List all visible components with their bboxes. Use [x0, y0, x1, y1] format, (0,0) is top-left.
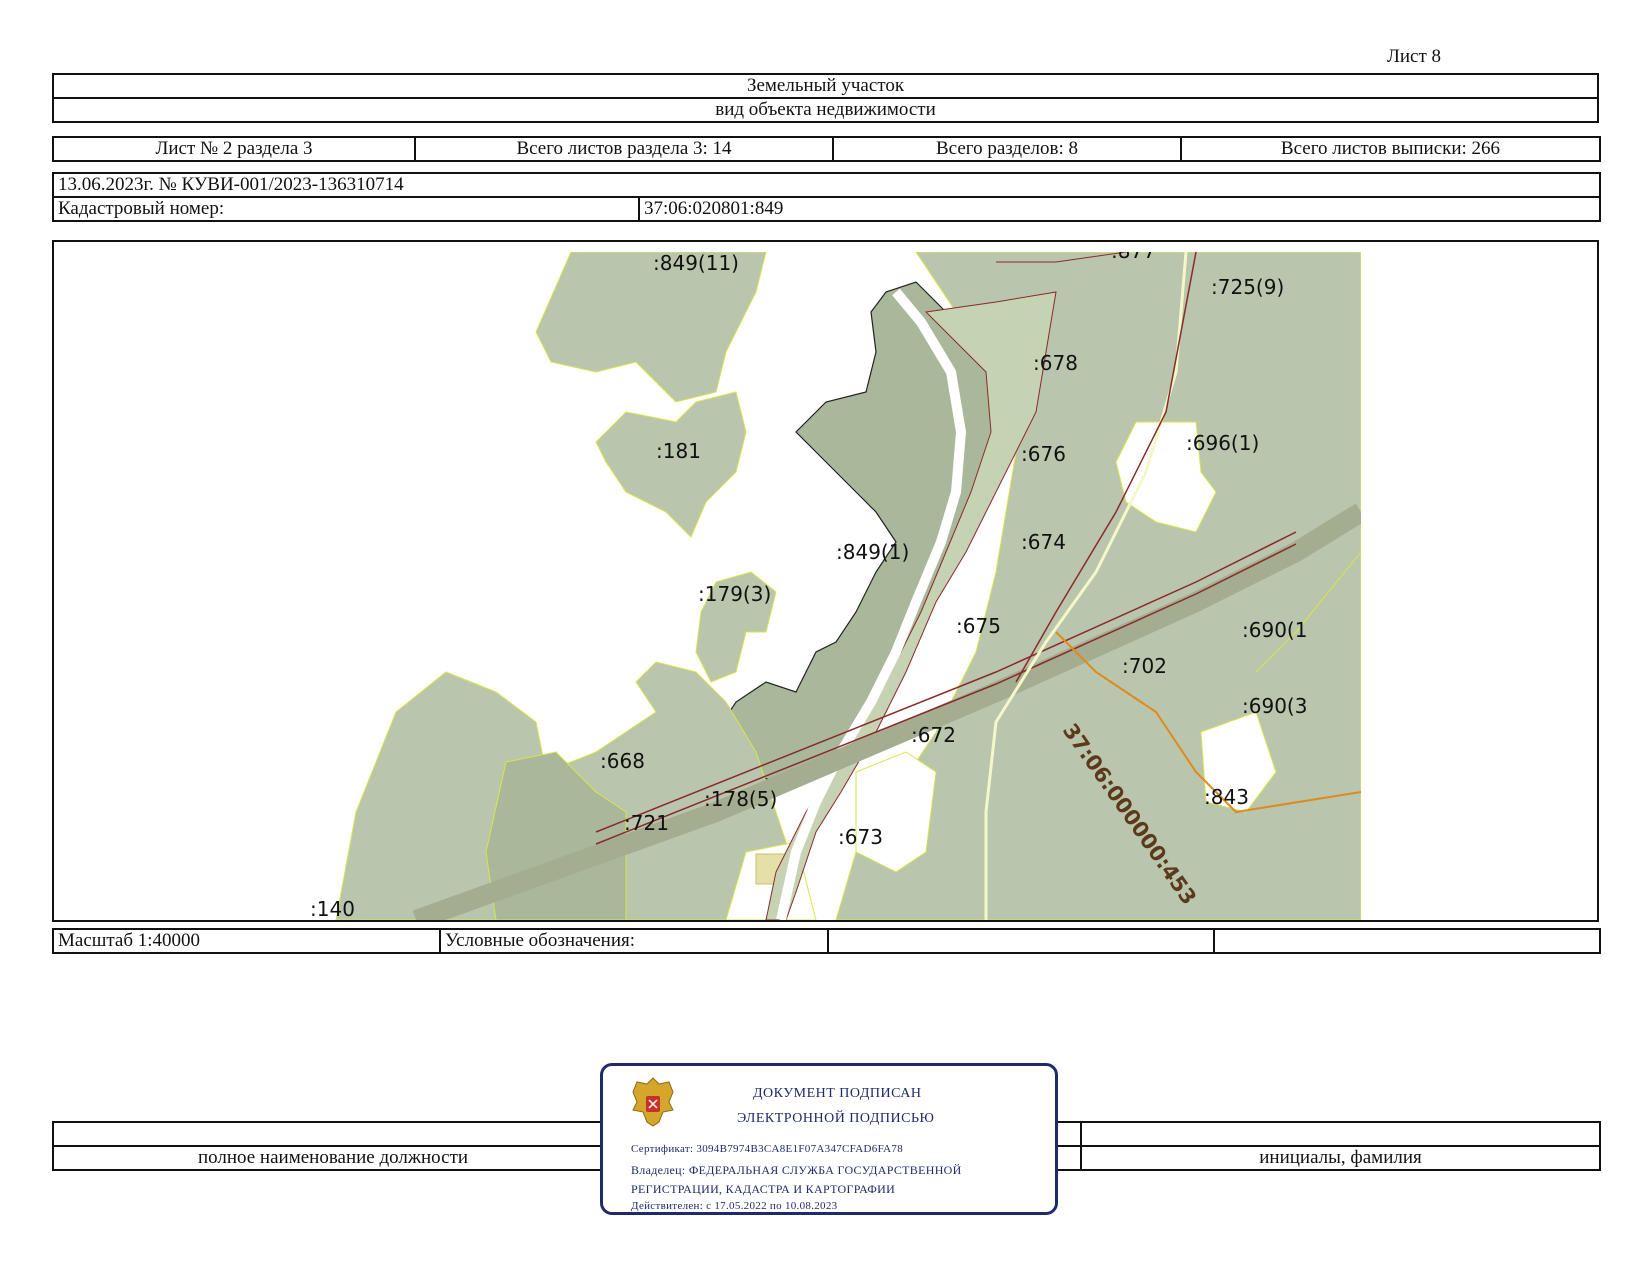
object-type: вид объекта недвижимости [52, 97, 1599, 123]
parcel-label: :181 [656, 439, 701, 463]
parcel-label: :179(3) [698, 582, 771, 606]
parcel-label: :702 [1122, 654, 1167, 678]
total-sections: Всего разделов: 8 [832, 136, 1182, 162]
parcel-label: :178(5) [704, 787, 777, 811]
document-info-table: 13.06.2023г. № КУВИ-001/2023-136310714 К… [51, 172, 1602, 222]
coat-of-arms-icon [632, 1077, 674, 1127]
stamp-line2: ЭЛЕКТРОННОЙ ПОДПИСЬЮ [737, 1111, 935, 1126]
parcel-label: :843 [1204, 785, 1249, 809]
stamp-owner-line1: Владелец: ФЕДЕРАЛЬНАЯ СЛУЖБА ГОСУДАРСТВЕ… [631, 1163, 962, 1177]
parcel-label: :725(9) [1211, 275, 1284, 299]
legend-label: Условные обозначения: [439, 928, 829, 954]
parcel-label: :668 [600, 749, 645, 773]
parcel-label: :721 [624, 811, 669, 835]
legend-cell-empty [827, 928, 1215, 954]
parcel-label: :672 [911, 723, 956, 747]
parcel-label: :676 [1021, 442, 1066, 466]
parcel-label: :675 [956, 614, 1001, 638]
object-title-table: Земельный участок вид объекта недвижимос… [52, 73, 1599, 123]
parcel-label: :877 [1111, 252, 1156, 263]
cadastral-label: Кадастровый номер: [52, 196, 640, 222]
parcel-label: :678 [1033, 351, 1078, 375]
stamp-valid: Действителен: с 17.05.2022 по 10.08.2023 [631, 1200, 838, 1212]
parcel-label: :690(1 [1242, 618, 1307, 642]
map-footer-table: Масштаб 1:40000 Условные обозначения: [52, 928, 1601, 954]
parcel-label: :849(11) [653, 252, 739, 275]
parcel-label: :849(1) [836, 540, 909, 564]
parcel-label: :674 [1021, 530, 1066, 554]
e-signature-stamp: ДОКУМЕНТ ПОДПИСАН ЭЛЕКТРОННОЙ ПОДПИСЬЮ С… [600, 1063, 1058, 1215]
position-label: полное наименование должности [52, 1145, 614, 1171]
parcel-label: :696(1) [1186, 431, 1259, 455]
total-extract-sheets: Всего листов выписки: 266 [1180, 136, 1601, 162]
map-scale: Масштаб 1:40000 [52, 928, 441, 954]
parcel-label: :673 [838, 825, 883, 849]
stamp-line1: ДОКУМЕНТ ПОДПИСАН [753, 1086, 922, 1101]
parcel-label: :140 [310, 897, 355, 920]
stamp-owner-line2: РЕГИСТРАЦИИ, КАДАСТРА И КАРТОГРАФИИ [631, 1182, 896, 1196]
total-section-sheets: Всего листов раздела 3: 14 [414, 136, 834, 162]
initials-label: инициалы, фамилия [1080, 1145, 1601, 1171]
sheet-number: Лист № 2 раздела 3 [52, 136, 416, 162]
cadastral-map: :849(11) :877 :725(9) :678 :181 :676 :69… [52, 240, 1599, 922]
object-title: Земельный участок [52, 73, 1599, 99]
document-date-number: 13.06.2023г. № КУВИ-001/2023-136310714 [51, 172, 1602, 198]
stamp-certificate: Сертификат: 3094B7974B3CA8E1F07A347CFAD6… [631, 1143, 904, 1155]
sheet-label: Лист 8 [1386, 46, 1441, 67]
parcel-label: :690(3 [1242, 694, 1307, 718]
cadastral-number: 37:06:020801:849 [637, 196, 1602, 222]
legend-cell-empty [1213, 928, 1601, 954]
map-drawing: :849(11) :877 :725(9) :678 :181 :676 :69… [296, 252, 1361, 920]
section-info-table: Лист № 2 раздела 3 Всего листов раздела … [52, 136, 1601, 162]
